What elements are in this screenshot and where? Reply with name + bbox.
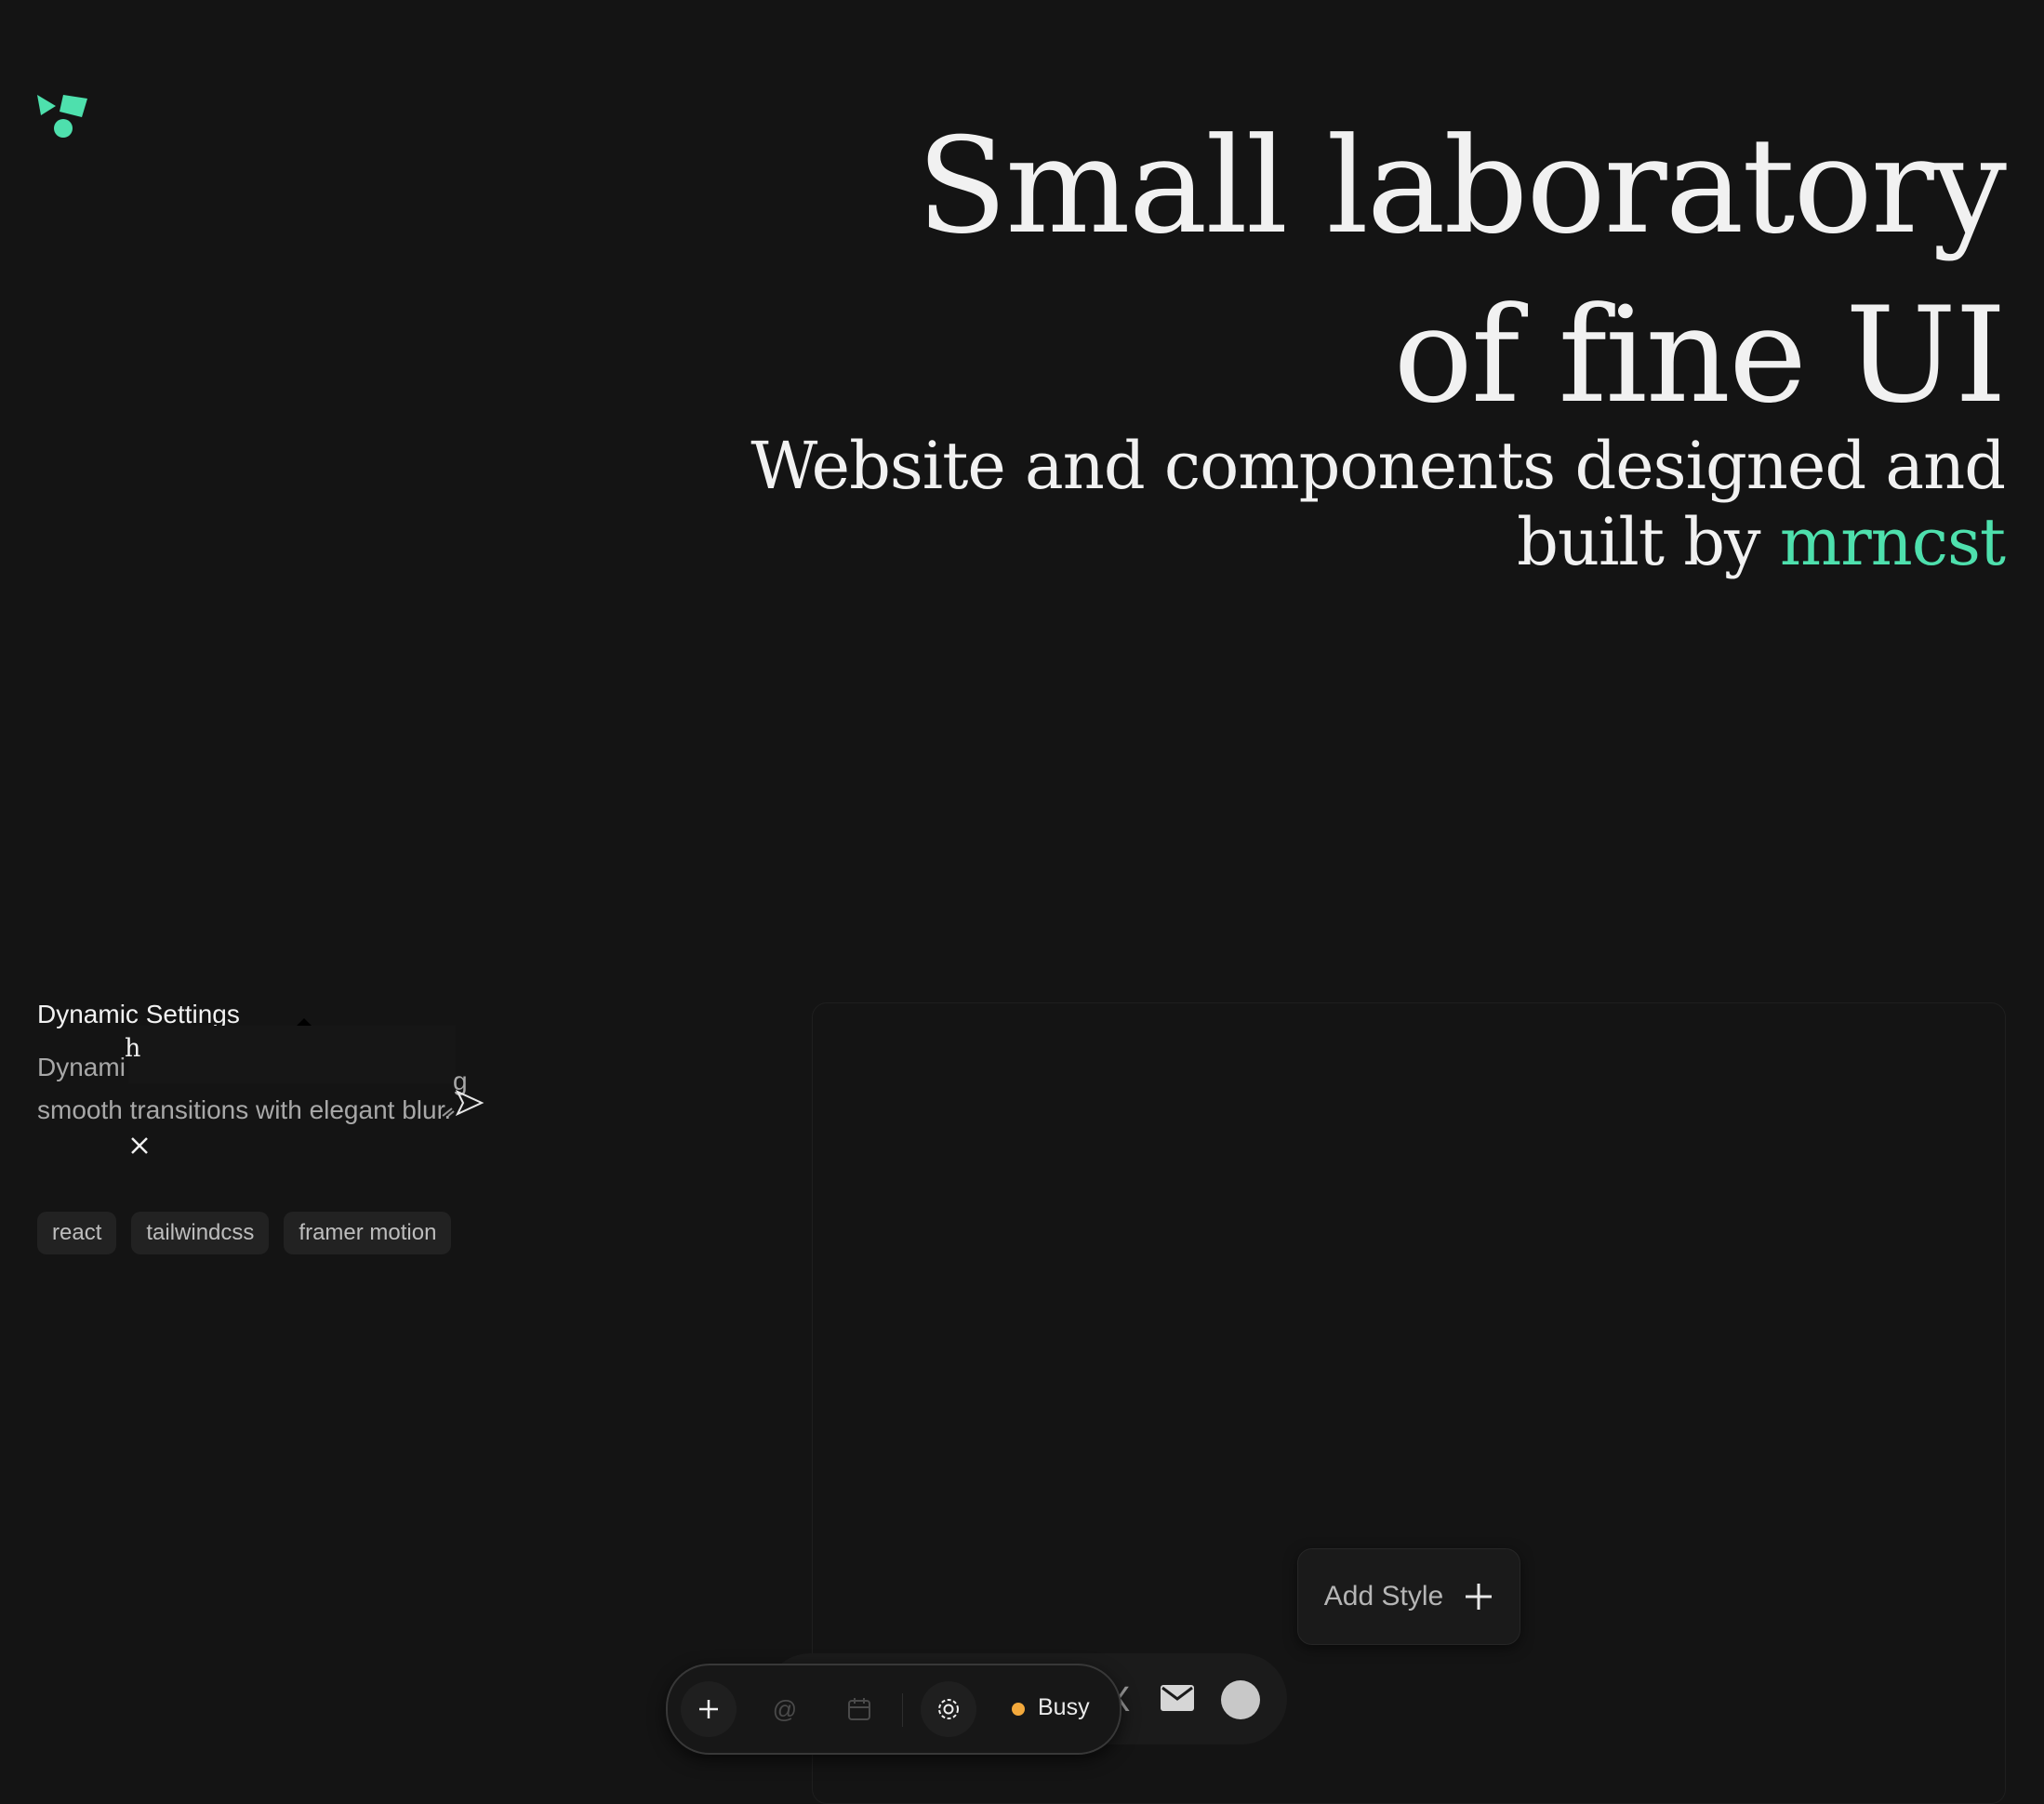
popover-input-text[interactable]: h	[125, 1034, 140, 1063]
tag-list: react tailwindcss framer motion	[37, 1212, 452, 1254]
calendar-button[interactable]	[831, 1681, 887, 1737]
calendar-icon	[848, 1698, 870, 1720]
avatar[interactable]	[1221, 1680, 1260, 1719]
send-icon[interactable]	[439, 1088, 485, 1120]
mention-button[interactable]: @	[757, 1681, 813, 1737]
hero-subtitle-line-2: built by mrncst	[750, 504, 2006, 580]
add-style-label: Add Style	[1323, 1581, 1444, 1612]
author-link[interactable]: mrncst	[1780, 504, 2006, 580]
hero-subtitle: Website and components designed and buil…	[750, 428, 2006, 580]
add-button[interactable]	[681, 1681, 737, 1737]
tag-framer-motion: framer motion	[284, 1212, 452, 1254]
toolbar: @ Busy	[666, 1664, 1122, 1755]
description-line-2: smooth transitions with elegant blur.	[37, 1095, 452, 1124]
hero-title-line-1: Small laboratory	[916, 110, 2007, 263]
hero-subtitle-line-1: Website and components designed and	[750, 428, 2006, 504]
plus-icon	[1466, 1584, 1493, 1610]
status-dot	[1012, 1703, 1025, 1716]
mail-icon[interactable]	[1161, 1685, 1194, 1711]
gear-icon	[938, 1699, 959, 1719]
close-icon[interactable]	[128, 1134, 151, 1157]
add-style-button[interactable]: Add Style	[1297, 1548, 1520, 1645]
plus-icon	[699, 1700, 718, 1718]
settings-button[interactable]	[921, 1681, 976, 1737]
hero-title-line-2: of fine UI	[1393, 279, 2007, 432]
settings-popover	[128, 1026, 456, 1083]
description-line-1: Dynami	[37, 1053, 126, 1081]
hero-heading: Small laboratory of fine UI	[916, 102, 2007, 441]
tag-tailwindcss: tailwindcss	[131, 1212, 270, 1254]
tag-react: react	[37, 1212, 117, 1254]
hero-subtitle-prefix: built by	[1517, 504, 1780, 580]
logo-icon[interactable]	[35, 91, 91, 139]
toolbar-divider	[902, 1693, 903, 1727]
at-icon: @	[772, 1694, 798, 1723]
status-label[interactable]: Busy	[1038, 1694, 1090, 1721]
